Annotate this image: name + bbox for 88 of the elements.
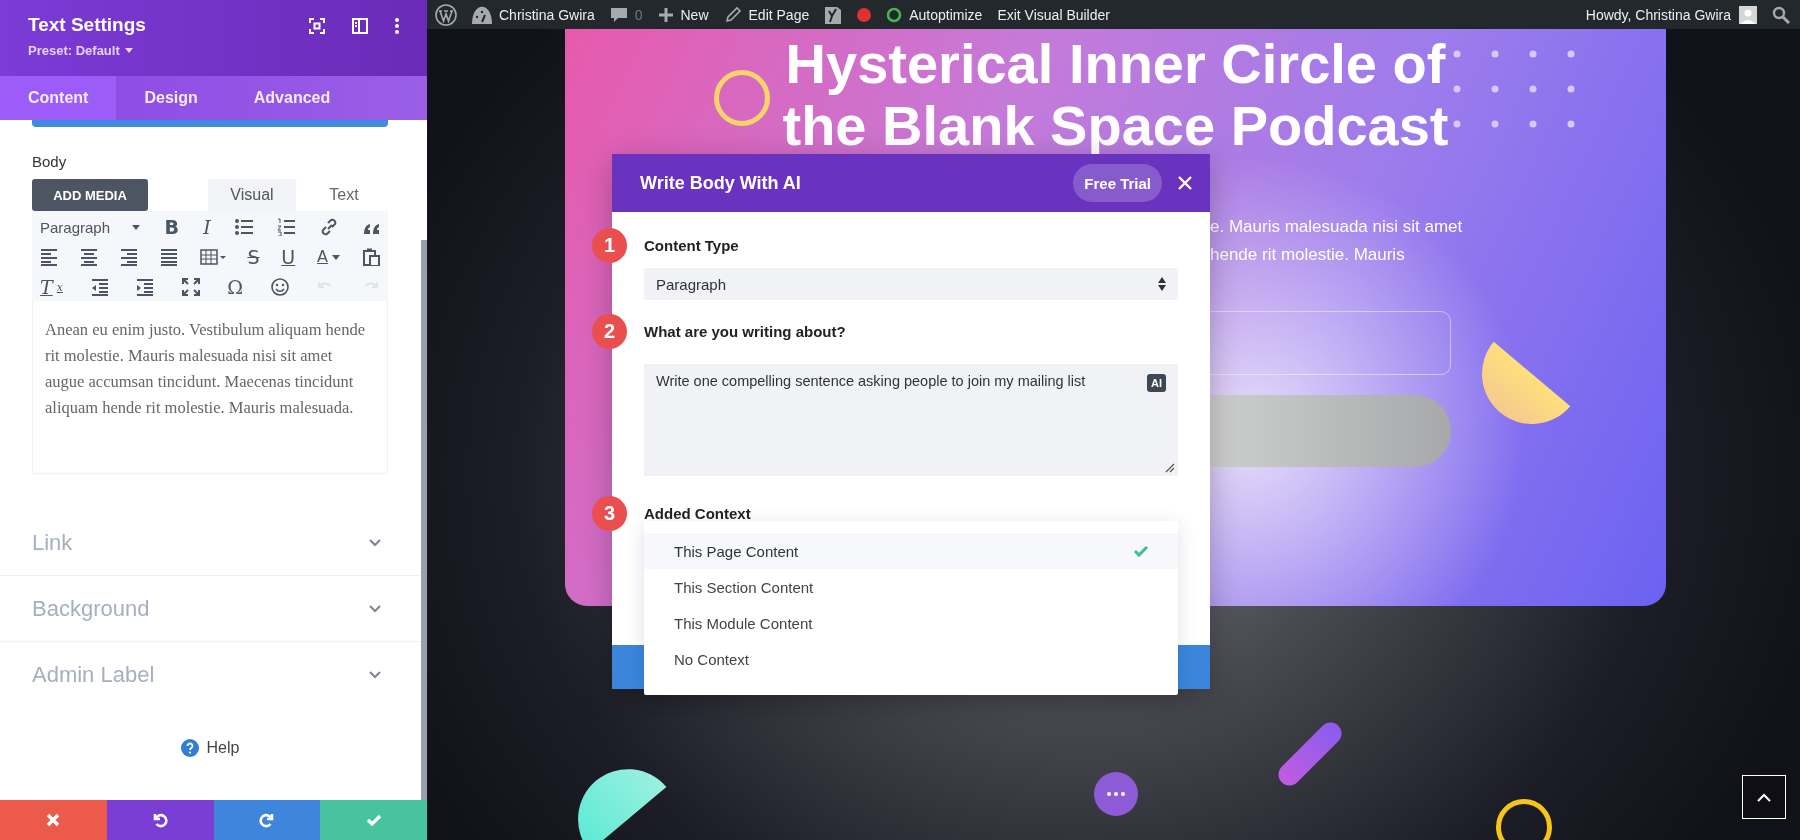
account-link[interactable]: Howdy, Christina Gwira [1585,5,1757,24]
panel-tab[interactable]: Advanced [225,76,359,120]
preset-dropdown[interactable]: Preset: Default [28,43,146,58]
pencil-icon [723,5,742,24]
ai-badge[interactable]: AI [1147,374,1166,392]
check-icon [1134,545,1148,557]
plus-icon [657,5,674,24]
hero-text-line: e. Mauris malesuada nisi sit amet [1210,216,1464,238]
add-media-button[interactable]: ADD MEDIA [32,179,148,211]
dialog-title: Write Body With AI [640,172,801,194]
exit-builder-link[interactable]: Exit Visual Builder [997,6,1110,23]
close-icon [45,812,62,828]
panel-tab[interactable]: Design [116,76,226,120]
special-character-button[interactable]: Ω [227,277,244,297]
editor-tab[interactable]: Visual [208,179,296,211]
align-center-icon[interactable] [79,248,98,266]
numbered-list-icon[interactable] [277,218,296,236]
fullscreen-icon[interactable] [181,278,200,296]
italic-button[interactable]: I [203,217,211,237]
undo-button[interactable] [106,800,214,840]
redo-icon [258,812,275,828]
close-button[interactable] [1176,174,1194,192]
site-name-link[interactable]: Christina Gwira [472,5,595,24]
resize-handle-icon [1165,463,1175,473]
free-trial-button[interactable]: Free Trial [1073,164,1162,202]
section-title: Admin Label [32,661,155,688]
dropdown-option[interactable]: This Page Content [644,533,1178,569]
strikethrough-button[interactable]: S [247,247,260,267]
ring-shape [714,70,770,126]
field-label: Content Type [644,236,739,254]
dots-icon [1107,792,1125,796]
hero-heading-line: Hysterical Inner Circle of [785,33,1446,95]
field-label: Body [32,153,68,170]
scroll-to-top-button[interactable] [1742,775,1786,819]
field-label: What are you writing about? [644,322,846,340]
dropdown-option[interactable]: No Context [644,641,1178,677]
speech-bubble-icon [609,5,628,24]
editor-text-area[interactable]: Anean eu enim justo. Vestibulum aliquam hende rit molestie. Mauris malesuada nisi sit amet augue accumsan tincidunt. Maecenas tincidunt aliquam hende rit molestie. Mauris malesuada. [32,301,388,474]
help-link[interactable]: Help [32,739,388,757]
emoji-icon[interactable] [270,278,289,296]
content-type-select[interactable]: Paragraph [644,268,1178,300]
check-icon [365,812,382,828]
help-icon [180,739,199,757]
hero-text-line: hende rit molestie. Mauris [1210,244,1406,266]
close-icon [1178,176,1192,190]
status-dot-icon[interactable] [857,7,872,22]
edit-page-link[interactable]: Edit Page [723,5,810,24]
new-link[interactable]: New [657,5,709,24]
caret-icon [124,48,133,53]
table-icon[interactable] [199,248,226,266]
more-options-icon[interactable] [395,18,399,34]
outdent-icon[interactable] [90,278,109,296]
search-icon[interactable] [1772,5,1790,24]
more-button[interactable] [1094,772,1138,816]
caret-icon [332,254,341,260]
bold-button[interactable]: B [164,217,179,237]
ring-icon [886,5,903,24]
text-color-button[interactable]: A [317,249,341,265]
chevron-up-icon [1757,792,1771,802]
align-left-icon[interactable] [40,248,58,266]
autoptimize-link[interactable]: Autoptimize [886,5,983,24]
sidebar-icon[interactable] [352,18,368,34]
justify-icon[interactable] [159,248,178,266]
caret-icon [132,224,141,230]
link-icon[interactable] [319,218,338,236]
avatar-icon [1739,5,1757,24]
dropdown-option[interactable]: This Module Content [644,605,1178,641]
focus-icon[interactable] [309,18,325,34]
align-right-icon[interactable] [119,248,138,266]
help-text: Help [206,739,240,757]
section-title: Background [32,595,150,622]
up-down-arrows-icon [1158,277,1166,291]
panel-title: Text Settings [28,14,146,36]
dropdown-option[interactable]: This Section Content [644,569,1178,605]
format-select[interactable]: Paragraph [40,218,141,236]
field-label: Added Context [644,504,751,522]
seo-plugin-icon[interactable] [824,4,843,25]
gauge-icon [472,5,492,24]
bulleted-list-icon[interactable] [235,218,253,236]
ring-shape [1496,799,1552,840]
wordpress-logo-icon[interactable] [435,3,457,26]
section-title: Link [32,529,73,556]
paste-text-icon[interactable] [361,248,380,266]
hero-heading-line: the Blank Space Podcast [782,95,1449,157]
undo-icon [152,812,169,828]
prompt-field[interactable]: Write one compelling sentence asking people to join my mailing list AI [644,364,1178,476]
indent-icon[interactable] [136,278,155,296]
underline-button[interactable]: U [281,247,296,267]
